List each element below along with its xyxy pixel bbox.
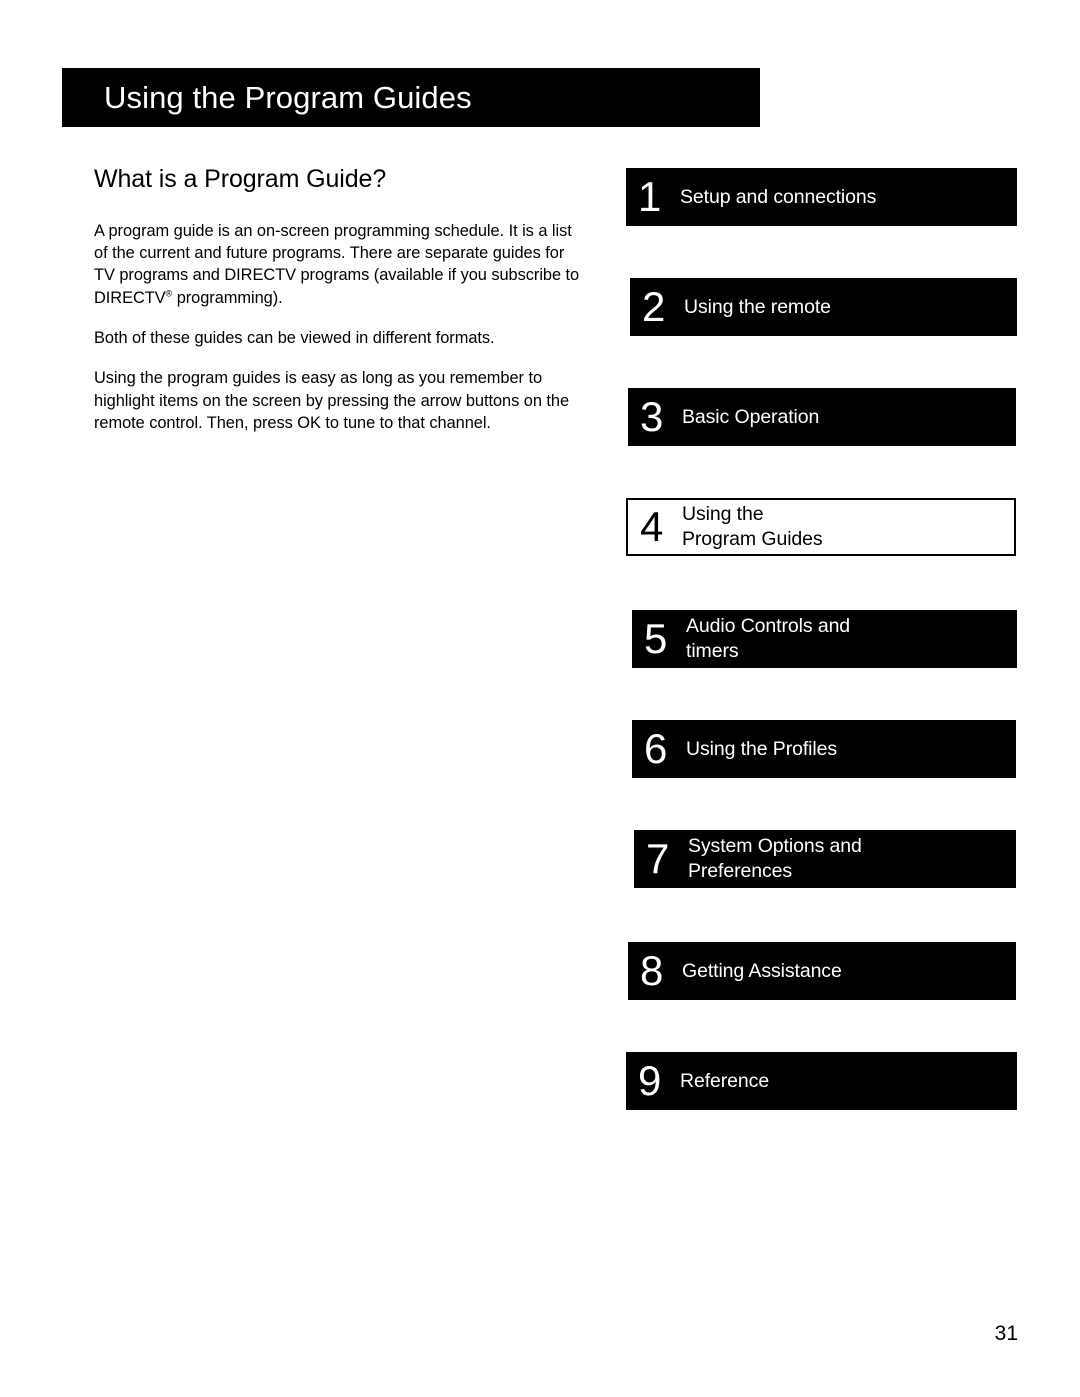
body-paragraph-1: A program guide is an on-screen programm… bbox=[94, 220, 584, 309]
chapter-tab-5-number: 5 bbox=[644, 615, 668, 662]
chapter-tab-rail: 1 Setup and connections 2 Using the remo… bbox=[620, 160, 1020, 1110]
body-paragraph-2: Both of these guides can be viewed in di… bbox=[94, 329, 495, 347]
page-title: Using the Program Guides bbox=[104, 80, 472, 115]
chapter-tab-1-label: Setup and connections bbox=[680, 185, 877, 208]
page-number: 31 bbox=[994, 1322, 1018, 1345]
chapter-tab-9-number: 9 bbox=[638, 1057, 662, 1104]
chapter-tab-9-label: Reference bbox=[680, 1069, 770, 1092]
chapter-tab-4-number: 4 bbox=[640, 503, 664, 550]
chapter-tab-3[interactable]: 3 Basic Operation bbox=[628, 388, 1016, 446]
chapter-tab-2[interactable]: 2 Using the remote bbox=[630, 278, 1017, 336]
chapter-tab-9[interactable]: 9 Reference bbox=[626, 1052, 1017, 1110]
chapter-tab-3-label: Basic Operation bbox=[682, 405, 820, 428]
chapter-tab-6[interactable]: 6 Using the Profiles bbox=[632, 720, 1016, 778]
section-heading: What is a Program Guide? bbox=[94, 165, 387, 193]
chapter-tab-8[interactable]: 8 Getting Assistance bbox=[628, 942, 1016, 1000]
chapter-tab-4[interactable]: 4 Using the Program Guides bbox=[626, 498, 1016, 556]
chapter-tab-2-label: Using the remote bbox=[684, 295, 831, 318]
chapter-tab-7-number: 7 bbox=[646, 835, 670, 882]
page-title-banner: Using the Program Guides bbox=[62, 68, 760, 127]
chapter-tab-3-number: 3 bbox=[640, 393, 664, 440]
manual-page: Using the Program Guides What is a Progr… bbox=[0, 0, 1080, 1397]
chapter-tab-8-number: 8 bbox=[640, 947, 664, 994]
chapter-tab-2-number: 2 bbox=[642, 283, 666, 330]
body-paragraph-3: Using the program guides is easy as long… bbox=[94, 369, 570, 432]
paragraph-1-text-after-mark: programming). bbox=[172, 288, 283, 307]
chapter-tab-1[interactable]: 1 Setup and connections bbox=[626, 168, 1017, 226]
chapter-tab-8-label: Getting Assistance bbox=[682, 959, 842, 982]
chapter-tab-5[interactable]: 5 Audio Controls and timers bbox=[632, 610, 1017, 668]
chapter-tab-7-label: System Options and Preferences bbox=[688, 835, 862, 882]
chapter-tab-6-label: Using the Profiles bbox=[686, 737, 838, 760]
chapter-tab-1-number: 1 bbox=[638, 173, 662, 220]
chapter-tab-6-number: 6 bbox=[644, 725, 668, 772]
chapter-tab-4-label: Using the Program Guides bbox=[682, 503, 823, 550]
content-column: What is a Program Guide? A program guide… bbox=[94, 165, 584, 434]
chapter-tab-5-label: Audio Controls and timers bbox=[686, 615, 851, 662]
chapter-tab-7[interactable]: 7 System Options and Preferences bbox=[634, 830, 1016, 888]
